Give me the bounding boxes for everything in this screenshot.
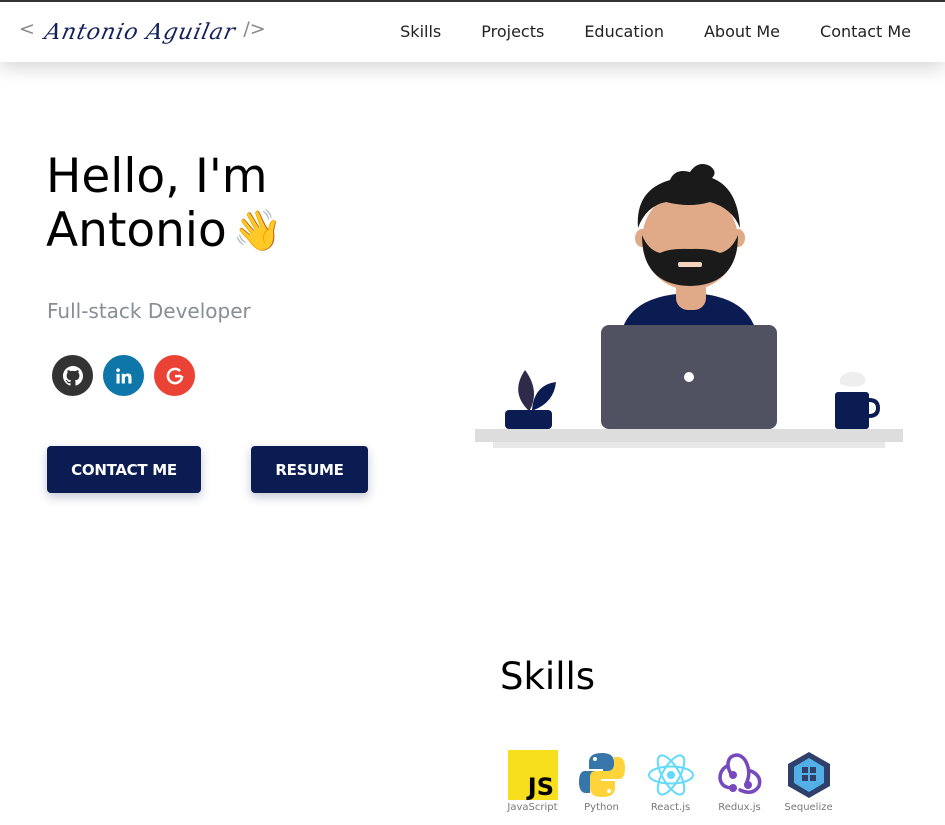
developer-illustration [475,164,903,448]
mug [835,392,869,429]
site-header: < Antonio Aguilar /> Skills Projects Edu… [0,0,945,62]
plant-leaf-left [518,370,534,410]
skill-item-react: React.js [636,750,705,813]
greeting-line-2: Antonio [46,203,227,258]
greeting-line-1: Hello, I'm [46,149,268,204]
github-icon [62,365,83,386]
social-links [52,355,205,396]
skill-label: JavaScript [507,802,558,813]
logo-open-bracket: < [19,18,35,40]
skills-heading: Skills [500,655,596,698]
nav-skills[interactable]: Skills [400,22,441,41]
hero-greeting: Hello, I'm Antonio 👋 [46,150,283,258]
javascript-icon: JS [507,750,558,800]
logo-close-bracket: /> [243,18,266,40]
sequelize-icon [787,752,830,798]
linkedin-icon [115,367,131,383]
nav-projects[interactable]: Projects [481,22,544,41]
skill-label: Python [584,802,619,813]
logo-signature: Antonio Aguilar [42,20,239,45]
redux-icon [717,753,761,794]
wave-emoji-icon: 👋 [232,208,283,254]
skill-label: Sequelize [784,802,833,813]
linkedin-link[interactable] [103,355,144,396]
nav-contact-me[interactable]: Contact Me [820,22,911,41]
skill-item-javascript: JS JavaScript [498,750,567,813]
skill-item-redux: Redux.js [705,750,774,813]
skill-item-sequelize: Sequelize [774,750,843,813]
person-mouth [678,262,702,267]
main-nav: Skills Projects Education About Me Conta… [360,22,911,41]
skill-label: React.js [650,802,691,813]
logo[interactable]: < Antonio Aguilar /> [19,12,266,56]
python-icon [578,753,625,797]
nav-education[interactable]: Education [584,22,664,41]
github-link[interactable] [52,355,93,396]
plant-leaf-right [532,382,556,410]
nav-about-me[interactable]: About Me [704,22,780,41]
mug-handle [868,398,881,418]
contact-me-button[interactable]: CONTACT ME [47,446,201,493]
desk-shadow [493,442,885,448]
resume-button[interactable]: RESUME [251,446,368,493]
skill-label: Redux.js [718,802,761,813]
svg-text:JS: JS [525,773,553,800]
google-icon [166,367,183,384]
mug-steam [840,371,866,387]
laptop-logo [684,372,694,382]
google-link[interactable] [154,355,195,396]
react-icon [647,754,694,796]
skill-item-python: Python [567,750,636,813]
skills-list: JS JavaScript Python React.js Redux.js S… [498,750,843,813]
desk-top [475,429,903,442]
plant-pot [505,410,552,429]
hero-subtitle: Full-stack Developer [47,299,251,323]
